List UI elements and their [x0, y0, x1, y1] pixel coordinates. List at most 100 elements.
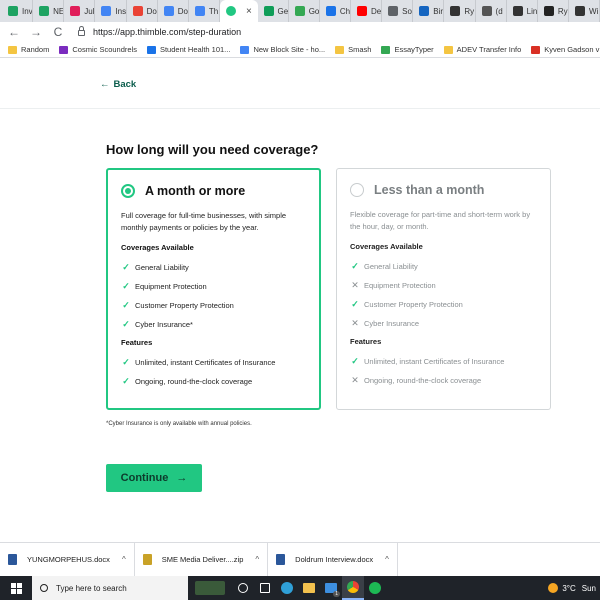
bookmark-icon	[531, 45, 541, 54]
reload-button[interactable]: C	[50, 25, 66, 39]
radio-unselected-icon[interactable]	[350, 183, 364, 197]
bookmark-icon	[8, 45, 17, 54]
tab-label: (d	[495, 6, 503, 16]
browser-tab[interactable]: Ch	[320, 0, 351, 22]
tab-label: De	[370, 6, 382, 16]
task-view-icon[interactable]	[254, 576, 276, 600]
chevron-up-icon[interactable]: ^	[122, 555, 126, 564]
bookmark-item[interactable]: EssayTyper	[381, 45, 434, 54]
browser-tab[interactable]: Ins	[95, 0, 127, 22]
spotify-icon[interactable]	[364, 576, 386, 600]
card-title: A month or more	[145, 184, 246, 198]
browser-tab[interactable]: Th	[189, 0, 220, 22]
item-label: Customer Property Protection	[364, 300, 463, 309]
card-header: Less than a month	[350, 181, 537, 199]
continue-label: Continue	[120, 472, 169, 484]
mail-icon[interactable]: 1	[320, 576, 342, 600]
favicon-icon	[70, 6, 81, 16]
taskbar-search[interactable]: Type here to search	[32, 576, 188, 600]
browser-tab[interactable]: Lin	[507, 0, 538, 22]
item-label: General Liability	[364, 262, 418, 271]
browser-tab[interactable]: ×	[219, 0, 258, 22]
weather-widget[interactable]: 3°C Sun	[548, 576, 600, 600]
favicon-icon	[356, 6, 367, 16]
browser-tab[interactable]: Wi	[569, 0, 600, 22]
bookmark-item[interactable]: ADEV Transfer Info	[443, 45, 522, 54]
list-item: ✓ Customer Property Protection	[121, 296, 306, 315]
browser-tab[interactable]: Ry	[538, 0, 569, 22]
url-bar[interactable]: https://app.thimble.com/step-duration	[78, 24, 241, 40]
option-card-less-than-month[interactable]: Less than a month Flexible coverage for p…	[336, 168, 551, 410]
item-label: Ongoing, round-the-clock coverage	[364, 376, 482, 385]
continue-button[interactable]: Continue →	[106, 464, 202, 492]
radio-selected-icon[interactable]	[121, 184, 135, 198]
tab-label: Ins	[115, 6, 127, 16]
list-item: ✓ Ongoing, round-the-clock coverage	[121, 372, 306, 391]
favicon-icon	[481, 6, 492, 16]
favicon-icon	[574, 6, 585, 16]
tab-label: Ry	[557, 6, 568, 16]
tab-label: NE	[53, 6, 65, 16]
bookmark-item[interactable]: Smash	[335, 45, 371, 54]
edge-icon[interactable]	[276, 576, 298, 600]
mail-badge: 1	[333, 591, 340, 597]
file-explorer-icon[interactable]	[298, 576, 320, 600]
browser-tab[interactable]: Do	[127, 0, 158, 22]
favicon-icon	[419, 6, 430, 16]
bookmark-item[interactable]: New Block Site - ho...	[240, 45, 325, 54]
arrow-right-icon: →	[176, 472, 188, 484]
lock-icon	[78, 26, 85, 36]
start-button[interactable]	[0, 576, 32, 600]
tab-label: Go	[308, 6, 320, 16]
browser-tab[interactable]: So	[382, 0, 414, 22]
browser-tab[interactable]: Go	[289, 0, 320, 22]
favicon-icon	[194, 6, 205, 16]
bookmark-item[interactable]: Cosmic Scoundrels	[59, 45, 137, 54]
bookmark-label: Smash	[348, 45, 372, 54]
file-icon	[276, 554, 286, 565]
download-item[interactable]: YUNGMORPEHUS.docx ^	[0, 542, 135, 577]
card-description: Flexible coverage for part-time and shor…	[350, 210, 531, 231]
browser-tab[interactable]: Ry	[444, 0, 476, 22]
back-label: Back	[113, 79, 137, 90]
item-label: Customer Property Protection	[135, 301, 234, 310]
check-icon: ✓	[351, 356, 359, 366]
option-card-month-or-more[interactable]: A month or more Full coverage for full-ti…	[106, 168, 321, 410]
bookmark-item[interactable]: Student Health 101...	[146, 45, 230, 54]
back-nav-button[interactable]: ←	[6, 25, 22, 39]
item-label: Equipment Protection	[135, 282, 207, 291]
browser-tab[interactable]: NE	[33, 0, 65, 22]
favicon-icon	[8, 6, 18, 16]
task-view-button[interactable]	[232, 576, 254, 600]
download-item[interactable]: SME Media Deliver....zip ^	[135, 542, 269, 577]
browser-tab[interactable]: Inv	[2, 0, 34, 22]
download-item[interactable]: Doldrum Interview.docx ^	[268, 542, 398, 577]
list-item: ✓ General Liability	[350, 257, 537, 276]
favicon-icon	[512, 6, 523, 16]
features-heading: Features	[121, 338, 153, 347]
browser-tab[interactable]: Do	[158, 0, 189, 22]
bookmark-item[interactable]: Random	[8, 45, 49, 54]
close-icon[interactable]: ×	[246, 6, 252, 17]
browser-tab[interactable]: Bir	[413, 0, 445, 22]
page-content: ← Back How long will you need coverage? …	[0, 58, 600, 542]
browser-tab[interactable]: (d	[476, 0, 507, 22]
taskbar: Type here to search 1 3°C Sun	[0, 576, 600, 600]
forward-nav-button[interactable]: →	[28, 25, 44, 39]
browser-tab[interactable]: Jul	[64, 0, 96, 22]
browser-tab[interactable]: Ge	[258, 0, 289, 22]
tab-label: Th	[208, 6, 219, 16]
url-text: https://app.thimble.com/step-duration	[93, 27, 242, 37]
browser-tab[interactable]: De	[351, 0, 383, 22]
x-icon: ✕	[351, 318, 359, 328]
bookmark-item[interactable]: Kyven Gadson v Jor...	[531, 45, 600, 54]
back-link[interactable]: ← Back	[100, 79, 136, 90]
tab-label: Ge	[277, 6, 289, 16]
bookmark-label: ADEV Transfer Info	[456, 45, 522, 54]
chrome-icon[interactable]	[342, 576, 364, 600]
features-heading: Features	[350, 337, 382, 346]
item-label: General Liability	[135, 263, 189, 272]
file-icon	[8, 554, 17, 565]
chevron-up-icon[interactable]: ^	[255, 555, 259, 564]
chevron-up-icon[interactable]: ^	[385, 555, 389, 564]
